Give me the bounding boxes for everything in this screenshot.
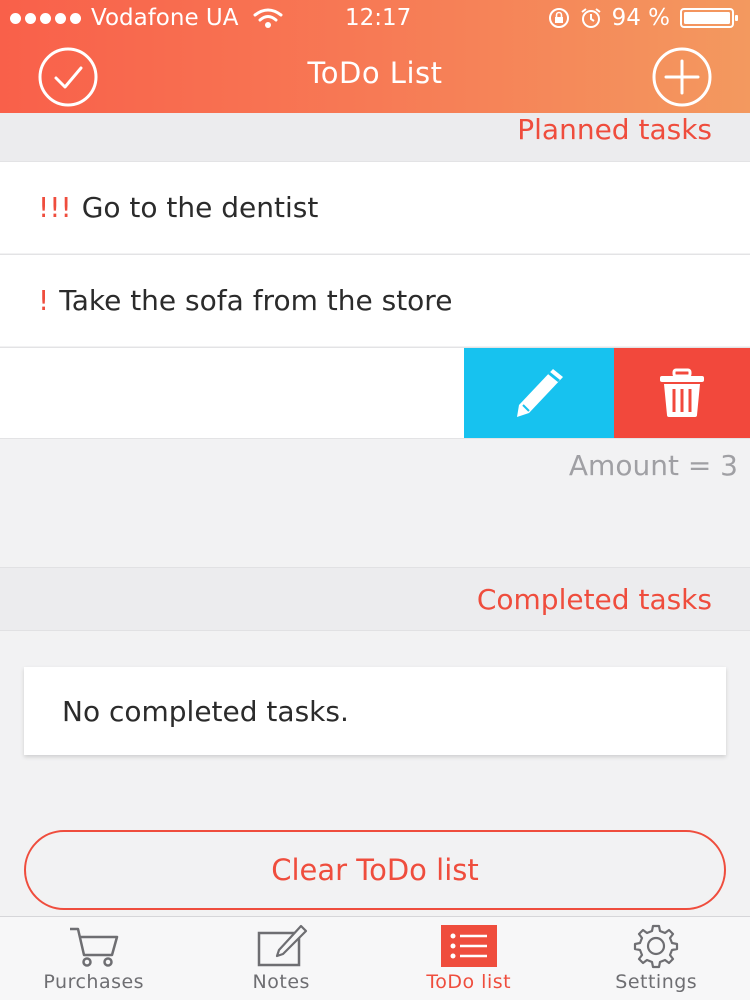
planned-tasks-header: Planned tasks <box>0 113 750 161</box>
list-icon <box>440 925 497 967</box>
task-row[interactable]: ! Take the sofa from the store <box>0 254 750 346</box>
delete-task-button[interactable] <box>614 348 750 438</box>
priority-marker: !!! <box>38 191 72 224</box>
rotation-lock-icon <box>548 8 569 28</box>
status-bar: Vodafone UA 12:17 94 % <box>0 0 750 36</box>
signal-icon <box>10 12 81 24</box>
trash-icon <box>660 368 704 417</box>
task-text: Go to the dentist <box>81 191 319 224</box>
priority-marker: ! <box>38 284 50 317</box>
gear-icon <box>634 924 679 969</box>
tab-label: ToDo list <box>426 971 512 993</box>
cart-icon <box>69 927 118 967</box>
pencil-icon <box>517 369 563 417</box>
tab-todo-list[interactable]: ToDo list <box>375 917 563 1000</box>
tab-label: Purchases <box>43 971 145 993</box>
edit-task-button[interactable] <box>464 348 614 438</box>
page-title: ToDo List <box>307 56 443 90</box>
task-row-content[interactable] <box>0 348 464 438</box>
task-text: Take the sofa from the store <box>59 284 453 317</box>
carrier-label: Vodafone UA <box>91 5 239 31</box>
wifi-icon <box>253 8 282 28</box>
task-count: Amount = 3 <box>568 449 738 482</box>
notes-icon <box>258 924 308 967</box>
clear-todo-list-button[interactable]: Clear ToDo list <box>24 830 726 910</box>
tab-settings[interactable]: Settings <box>563 917 750 1000</box>
task-row-swiped[interactable] <box>0 347 750 439</box>
battery-icon <box>680 8 738 28</box>
task-row[interactable]: !!! Go to the dentist <box>0 161 750 253</box>
tab-bar: Purchases Notes ToDo list Settings <box>0 916 750 1000</box>
tab-label: Notes <box>252 971 310 993</box>
empty-completed-message: No completed tasks. <box>24 667 726 755</box>
clock-label: 12:17 <box>345 5 412 31</box>
app-header: Vodafone UA 12:17 94 % ToDo List <box>0 0 750 113</box>
screen: Vodafone UA 12:17 94 % ToDo List Planned… <box>0 0 750 1000</box>
tab-notes[interactable]: Notes <box>188 917 376 1000</box>
empty-message-text: No completed tasks. <box>62 694 349 728</box>
tab-purchases[interactable]: Purchases <box>0 917 188 1000</box>
battery-percent: 94 % <box>611 5 670 31</box>
tab-label: Settings <box>615 971 698 993</box>
completed-tasks-header: Completed tasks <box>0 567 750 631</box>
add-task-button[interactable] <box>651 46 713 108</box>
alarm-icon <box>580 8 601 28</box>
